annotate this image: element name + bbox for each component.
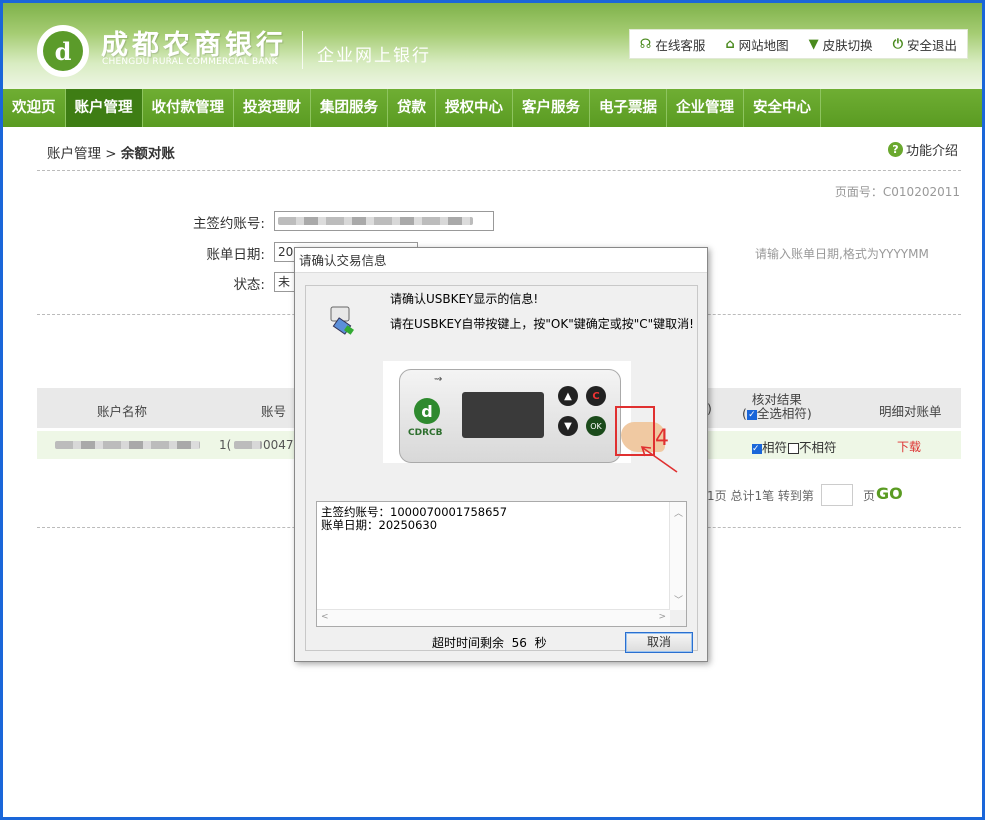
ok-button-icon: OK: [586, 416, 606, 436]
down-button-icon: ▼: [558, 416, 578, 436]
top-links: ☊ 在线客服 ⌂ 网站地图 ▼ 皮肤切换 ⏻ 安全退出: [628, 29, 968, 59]
timeout-text: 超时时间剩余 56 秒: [432, 636, 547, 650]
nav-investment[interactable]: 投资理财: [234, 89, 311, 127]
pager-text: 1页 总计1笔 转到第: [707, 489, 814, 503]
account-label: 主签约账号:: [192, 216, 265, 232]
site-map-link[interactable]: ⌂ 网站地图: [725, 35, 788, 54]
go-button[interactable]: GO: [876, 484, 903, 503]
col-check-result: 核对结果 (✓全选相符): [742, 392, 812, 421]
account-select[interactable]: [274, 211, 494, 231]
mismatch-checkbox[interactable]: [788, 443, 800, 454]
page-number: 页面号：C010202011: [834, 185, 960, 199]
bank-logo: d: [37, 25, 89, 77]
breadcrumb: 账户管理 > 余额对账: [47, 146, 175, 162]
nav-welcome[interactable]: 欢迎页: [3, 89, 66, 127]
info-date: 账单日期：20250630: [321, 518, 438, 532]
scroll-down-icon[interactable]: ﹀: [674, 593, 683, 606]
dialog-message-1: 请确认USBKEY显示的信息!: [390, 292, 539, 306]
redacted-account: [278, 217, 473, 225]
site-subtitle: 企业网上银行: [317, 46, 431, 66]
confirm-dialog: 请确认交易信息 请确认USBKEY显示的信息! 请在USBKEY自带按键上，按"…: [294, 247, 708, 662]
breadcrumb-current: 余额对账: [120, 146, 175, 162]
device-screen: [462, 392, 544, 438]
match-checkbox[interactable]: ✓: [752, 443, 762, 454]
home-icon: ⌂: [725, 36, 735, 52]
up-button-icon: ▲: [558, 386, 578, 406]
divider: [302, 31, 303, 69]
headset-icon: ☊: [639, 36, 652, 52]
usb-key-icon: [330, 306, 354, 335]
dialog-title: 请确认交易信息: [295, 248, 707, 273]
match-option[interactable]: ✓ 相符 不相符: [752, 437, 837, 456]
nav-enterprise[interactable]: 企业管理: [667, 89, 744, 127]
col-account-name: 账户名称: [97, 404, 148, 419]
select-all-checkbox[interactable]: ✓: [746, 409, 757, 420]
usb-symbol-icon: ⇝: [434, 374, 443, 385]
col-account-no: 账号: [261, 404, 287, 419]
nav-authorization[interactable]: 授权中心: [436, 89, 513, 127]
question-icon: ?: [887, 142, 903, 157]
power-icon: ⏻: [892, 36, 903, 52]
c-button-icon: C: [586, 386, 606, 406]
logout-link[interactable]: ⏻ 安全退出: [893, 35, 957, 54]
header: d 成都农商银行 CHENGDU RURAL COMMERCIAL BANK 企…: [3, 3, 982, 89]
scroll-up-icon[interactable]: ︿: [674, 506, 683, 519]
col-detail: 明细对账单: [879, 404, 942, 419]
skin-switch-link[interactable]: ▼ 皮肤切换: [809, 35, 873, 54]
redacted-account-no: [234, 441, 262, 449]
horizontal-scrollbar[interactable]: < >: [317, 609, 670, 626]
nav-security[interactable]: 安全中心: [744, 89, 821, 127]
page-jump-input[interactable]: [821, 484, 853, 506]
nav-customer-service[interactable]: 客户服务: [513, 89, 590, 127]
dialog-message-2: 请在USBKEY自带按键上，按"OK"键确定或按"C"键取消!: [390, 317, 694, 331]
scroll-right-icon[interactable]: >: [658, 612, 666, 622]
scrollbar-corner: [670, 610, 686, 626]
app-frame: d 成都农商银行 CHENGDU RURAL COMMERCIAL BANK 企…: [0, 0, 985, 820]
scroll-left-icon[interactable]: <: [321, 612, 329, 622]
cdrcb-logo: d: [414, 398, 440, 424]
select-all[interactable]: (✓全选相符): [742, 407, 812, 421]
nav-group-service[interactable]: 集团服务: [311, 89, 388, 127]
breadcrumb-parent[interactable]: 账户管理: [47, 146, 101, 162]
transaction-info-box[interactable]: 主签约账号：1000070001758657 账单日期：20250630 ︿ ﹀…: [316, 501, 687, 627]
timeout-seconds: 56: [511, 636, 527, 650]
device-brand: CDRCB: [408, 428, 443, 438]
divider: [37, 170, 961, 171]
annotation-arrow-icon: [640, 446, 678, 473]
vertical-scrollbar[interactable]: ︿ ﹀: [669, 502, 686, 610]
device-body: ⇝ d CDRCB ▲ C ▼ OK: [399, 369, 621, 463]
help-link[interactable]: ? 功能介绍: [887, 140, 958, 159]
nav-account-management[interactable]: 账户管理: [65, 89, 143, 127]
nav-payments[interactable]: 收付款管理: [143, 89, 234, 127]
online-service-link[interactable]: ☊ 在线客服: [640, 35, 706, 54]
shirt-icon: ▼: [808, 36, 819, 52]
cancel-button[interactable]: 取消: [625, 632, 693, 653]
main-nav: 欢迎页 账户管理 收付款管理 投资理财 集团服务 贷款 授权中心 客户服务 电子…: [3, 89, 982, 127]
nav-e-bills[interactable]: 电子票据: [590, 89, 667, 127]
nav-loans[interactable]: 贷款: [388, 89, 436, 127]
status-label: 状态:: [233, 277, 265, 293]
date-hint: 请输入账单日期,格式为YYYYMM: [755, 247, 929, 261]
page-suffix: 页: [863, 489, 876, 503]
download-link[interactable]: 下载: [897, 438, 921, 455]
bank-name-en: CHENGDU RURAL COMMERCIAL BANK: [102, 57, 278, 67]
redacted-account-name: [55, 441, 200, 449]
date-label: 账单日期:: [206, 247, 265, 263]
usbkey-device-image: ⇝ d CDRCB ▲ C ▼ OK: [383, 361, 631, 463]
